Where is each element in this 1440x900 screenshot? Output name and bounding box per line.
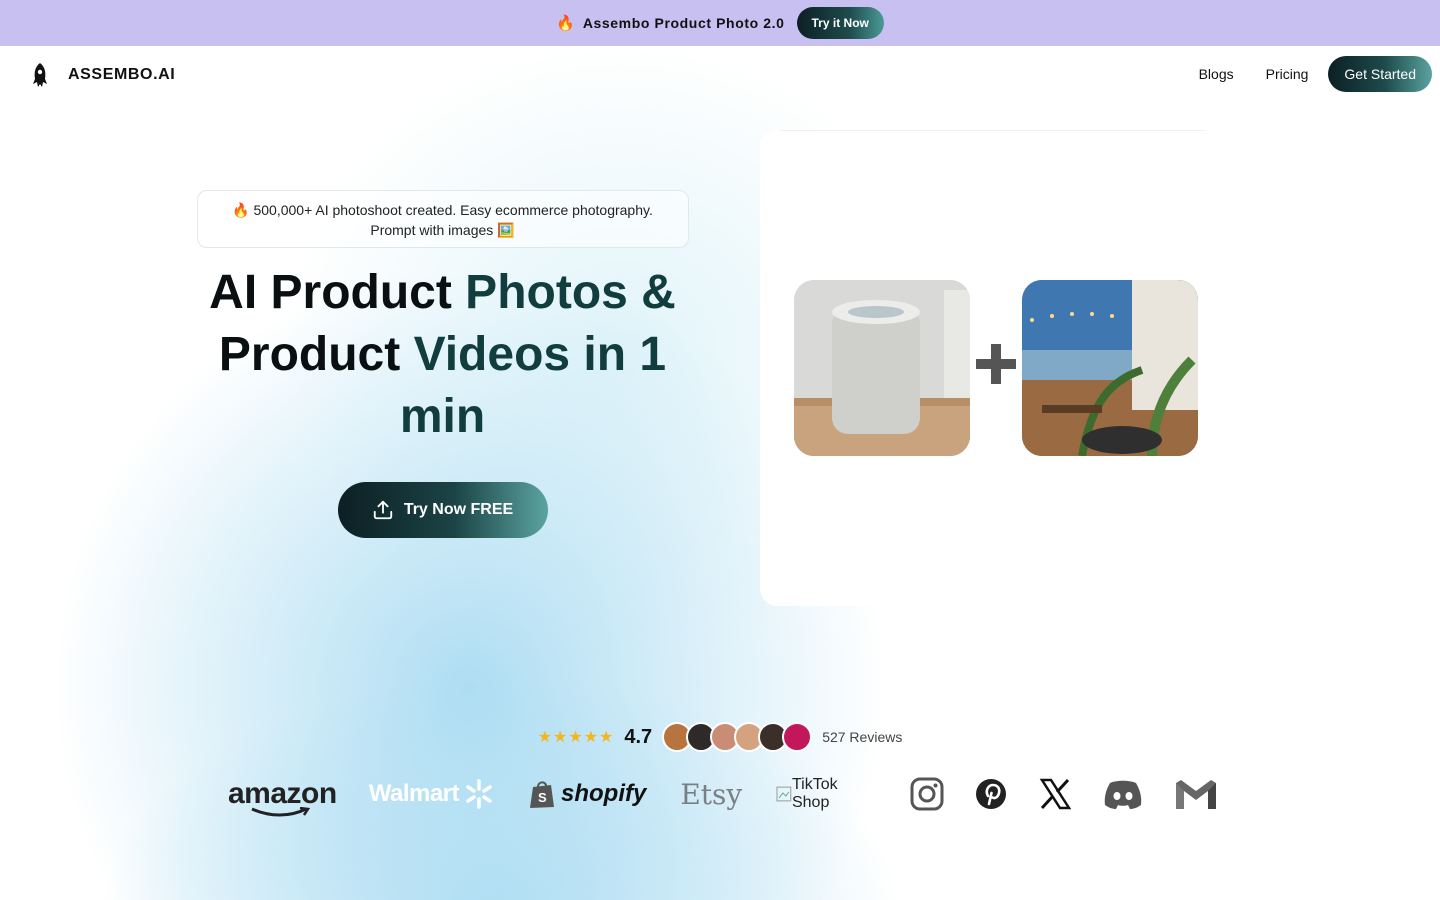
avatar bbox=[782, 722, 813, 752]
nav-link-blogs[interactable]: Blogs bbox=[1199, 66, 1234, 82]
hero-headline: AI Product Photos & Product Videos in 1 … bbox=[209, 266, 676, 443]
etsy-logo: Etsy bbox=[680, 777, 743, 811]
picture-icon: 🖼️ bbox=[497, 222, 515, 238]
rating-stars: ★★★★★ bbox=[537, 729, 615, 746]
brand-logo[interactable]: ASSEMBO.AI bbox=[30, 62, 175, 88]
tiktok-shop-logo: TikTok Shop bbox=[776, 776, 878, 812]
gmail-icon bbox=[1174, 777, 1218, 811]
demo-preview-card bbox=[760, 130, 1220, 606]
shopify-logo: S shopify bbox=[529, 779, 646, 809]
reviewer-avatars bbox=[662, 722, 813, 752]
announcement-title: Assembo Product Photo 2.0 bbox=[582, 15, 785, 31]
rating-row: ★★★★★ 4.7 527 Reviews bbox=[0, 722, 1440, 752]
fire-icon: 🔥 bbox=[556, 15, 575, 32]
amazon-logo: amazon bbox=[228, 777, 337, 817]
x-icon bbox=[1038, 777, 1072, 811]
nav-link-pricing[interactable]: Pricing bbox=[1266, 66, 1309, 82]
partner-logos: amazon Walmart S shopify Etsy TikTok Sho… bbox=[228, 770, 1218, 818]
cta-label: Try Now FREE bbox=[403, 501, 514, 518]
fire-icon: 🔥 bbox=[232, 202, 250, 218]
get-started-button[interactable]: Get Started bbox=[1328, 56, 1432, 92]
svg-text:S: S bbox=[538, 790, 547, 805]
pinterest-icon bbox=[974, 777, 1008, 811]
try-it-now-button[interactable]: Try it Now bbox=[796, 7, 884, 39]
rating-value: 4.7 bbox=[624, 725, 653, 748]
scene-photo-cafe bbox=[1022, 280, 1198, 456]
announcement-bar: 🔥 Assembo Product Photo 2.0 Try it Now bbox=[0, 0, 1440, 46]
nav-links: Blogs Pricing Get Started bbox=[1199, 56, 1432, 92]
try-now-free-button[interactable]: Try Now FREE bbox=[337, 482, 548, 538]
rocket-icon bbox=[33, 63, 47, 87]
stats-pill: 🔥 500,000+ AI photoshoot created. Easy e… bbox=[196, 190, 689, 248]
card-divider bbox=[780, 130, 1220, 131]
spark-icon bbox=[466, 779, 492, 809]
walmart-logo: Walmart bbox=[337, 778, 495, 810]
pill-text-line2: Prompt with images bbox=[370, 222, 494, 238]
navbar: ASSEMBO.AI Blogs Pricing Get Started bbox=[0, 46, 1440, 102]
product-photo-speaker bbox=[794, 280, 970, 456]
discord-icon bbox=[1102, 777, 1144, 811]
review-count: 527 Reviews bbox=[822, 729, 903, 745]
brand-name: ASSEMBO.AI bbox=[68, 66, 176, 83]
upload-icon bbox=[373, 500, 392, 520]
instagram-icon bbox=[910, 777, 944, 811]
pill-text-line1: 500,000+ AI photoshoot created. Easy eco… bbox=[253, 202, 653, 218]
shopify-bag-icon: S bbox=[530, 781, 554, 808]
hero-section: 🔥 500,000+ AI photoshoot created. Easy e… bbox=[180, 190, 705, 538]
plus-icon bbox=[976, 344, 1016, 384]
broken-image-icon bbox=[776, 786, 792, 802]
